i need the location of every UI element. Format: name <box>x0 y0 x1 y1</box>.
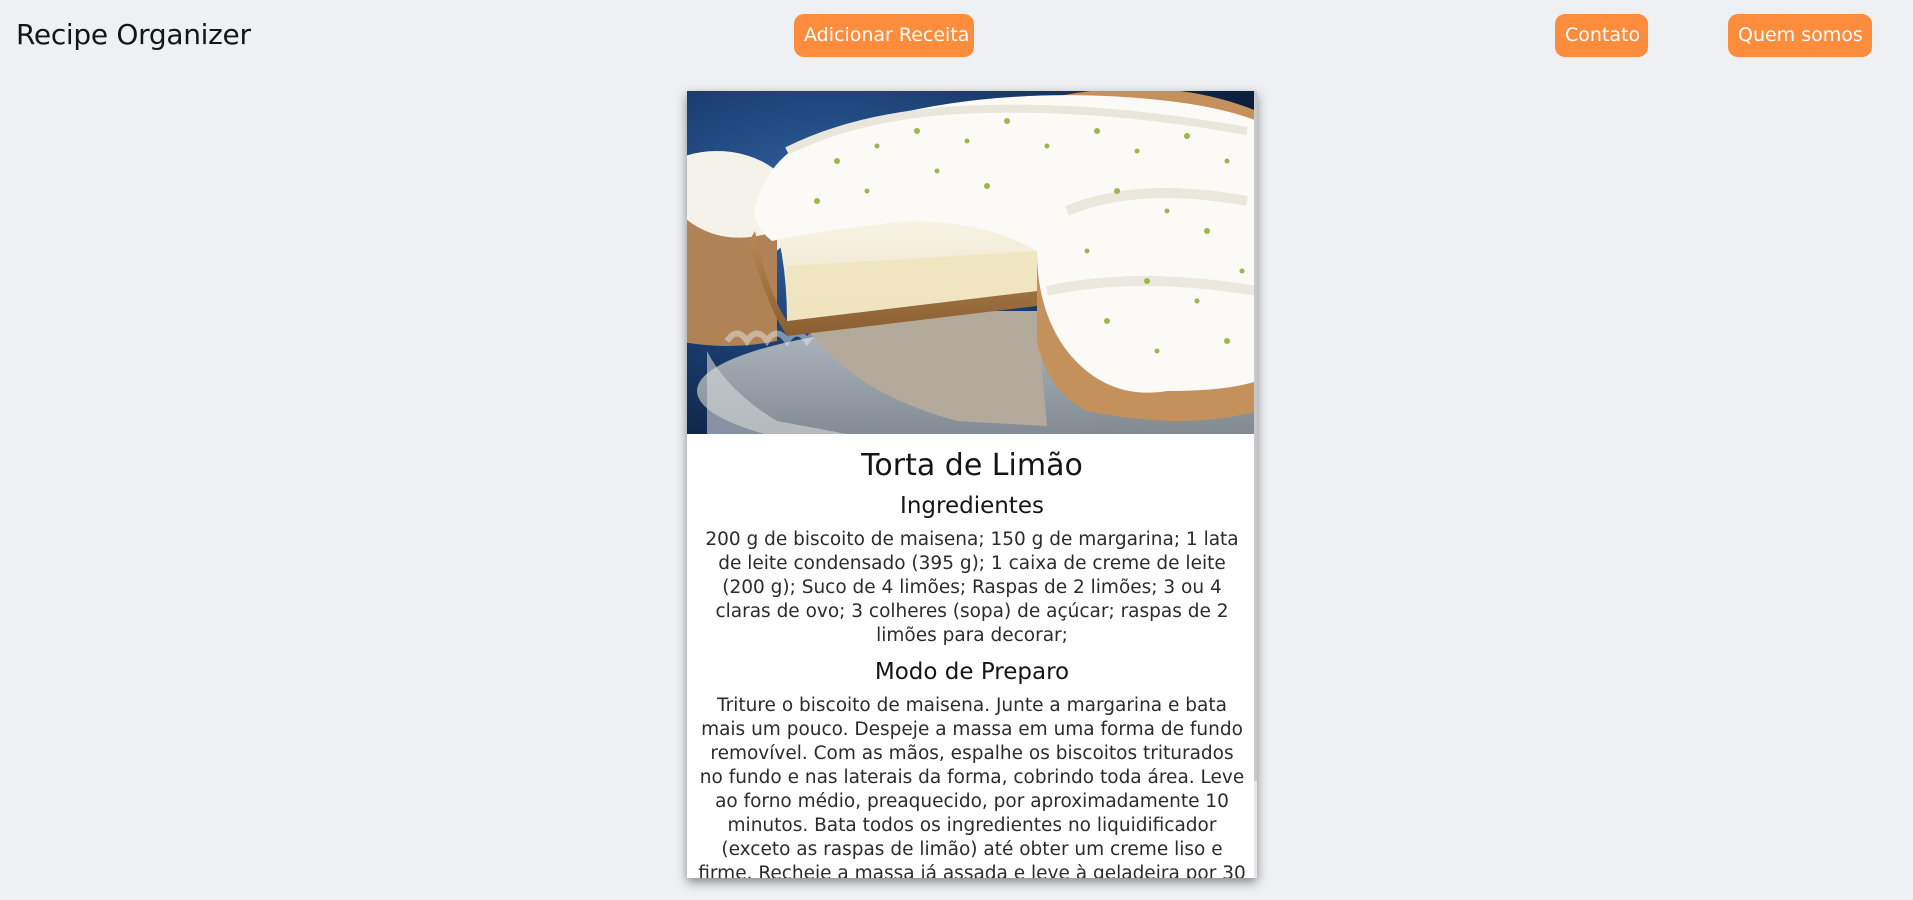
contact-button[interactable]: Contato <box>1555 14 1648 57</box>
ingredients-text: 200 g de biscoito de maisena; 150 g de m… <box>705 529 1239 646</box>
preparation-heading: Modo de Preparo <box>874 659 1070 685</box>
about-us-button[interactable]: Quem somos <box>1728 14 1872 57</box>
card-scrollbar[interactable] <box>1254 91 1257 878</box>
recipe-title: Torta de Limão <box>861 448 1083 483</box>
recipe-image <box>687 91 1257 434</box>
ingredients-heading: Ingredientes <box>900 493 1044 519</box>
recipe-card: Torta de Limão Ingredientes 200 g de bis… <box>687 91 1257 878</box>
add-recipe-button[interactable]: Adicionar Receita <box>794 14 974 57</box>
card-scrollbar-thumb[interactable] <box>1254 91 1257 781</box>
recipe-card-scroll-area[interactable]: Torta de Limão Ingredientes 200 g de bis… <box>687 91 1257 878</box>
app-title: Recipe Organizer <box>16 18 251 51</box>
preparation-text: Triture o biscoito de maisena. Junte a m… <box>698 695 1246 878</box>
lemon-pie-illustration <box>687 91 1257 434</box>
